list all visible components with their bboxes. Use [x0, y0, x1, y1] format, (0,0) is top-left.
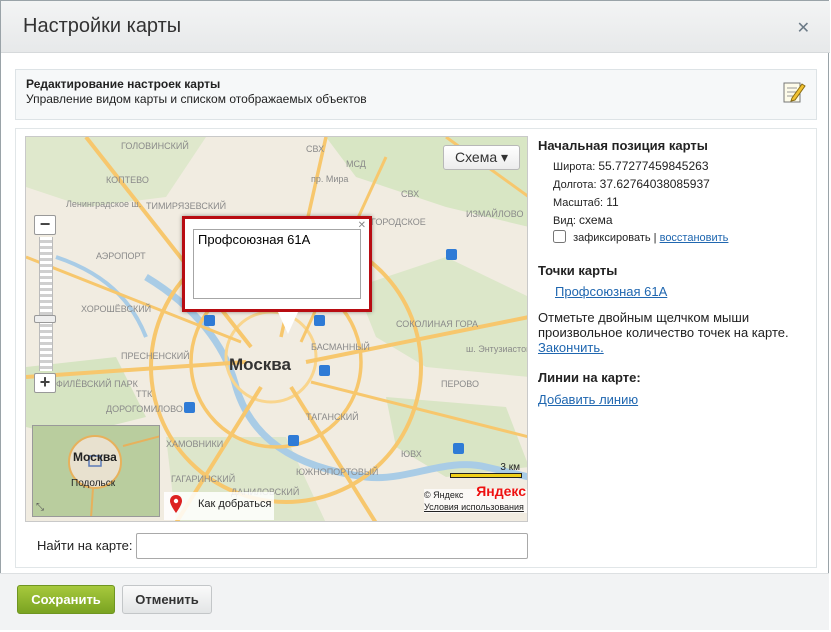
minimap-city-label: Москва [73, 450, 117, 464]
yandex-map[interactable]: ГОЛОВИНСКИЙ КОПТЕВО ТИМИРЯЗЕВСКИЙ АЭРОПО… [25, 136, 528, 522]
view-row: Вид: схема [553, 212, 808, 230]
map-district-label: ТИМИРЯЗЕВСКИЙ [146, 200, 226, 211]
map-road-label: СВХ [306, 144, 324, 154]
terms-link[interactable]: Условия использования [424, 502, 524, 512]
cancel-button[interactable]: Отменить [122, 585, 212, 614]
map-road-label: МСД [346, 159, 366, 169]
map-scale: 3 км [446, 462, 522, 478]
map-road-label: Ленинградское ш. [66, 199, 141, 209]
map-district-label: КОПТЕВО [106, 175, 149, 185]
longitude-value: 37.62764038085937 [599, 177, 710, 191]
description-subtitle: Управление видом карты и списком отображ… [26, 92, 367, 106]
placemark-balloon: ✕ [182, 216, 372, 312]
map-district-label: ХАМОВНИКИ [166, 439, 223, 449]
zoom-slider-thumb[interactable] [34, 315, 56, 323]
dialog-titlebar[interactable]: Настройки карты ✕ [1, 1, 830, 53]
longitude-label: Долгота: [553, 179, 597, 191]
latitude-label: Широта: [553, 161, 596, 173]
map-district-label: СОКОЛИНАЯ ГОРА [396, 319, 478, 329]
close-icon[interactable]: ✕ [797, 18, 810, 38]
map-district-label: ГОРОДСКОЕ [371, 217, 426, 227]
start-position-title: Начальная позиция карты [538, 138, 708, 153]
route-panel[interactable]: Как добраться [164, 492, 274, 520]
description-title: Редактирование настроек карты [26, 77, 221, 91]
restore-link[interactable]: восстановить [660, 232, 729, 244]
map-district-label: ИЗМАЙЛОВО [466, 208, 524, 219]
view-value: схема [579, 213, 613, 227]
points-hint-text: Отметьте двойным щелчком мыши произвольн… [538, 310, 789, 340]
finish-link[interactable]: Закончить. [538, 340, 604, 355]
map-copyright: © Яндекс Яндекс Условия использования [424, 484, 527, 513]
zoom-value: 11 [606, 195, 619, 209]
map-district-label: ТАГАНСКИЙ [306, 411, 359, 422]
link-separator: | [653, 232, 657, 244]
longitude-row: Долгота: 37.62764038085937 [553, 176, 808, 194]
zoom-slider-track[interactable] [39, 237, 53, 371]
find-on-map-label: Найти на карте: [37, 538, 133, 553]
map-settings-sidebar: Начальная позиция карты Широта: 55.77277… [538, 138, 808, 408]
dialog-title: Настройки карты [23, 15, 182, 37]
fix-position-checkbox[interactable] [553, 230, 566, 243]
copyright-text: © Яндекс [424, 490, 464, 500]
map-district-label: ГОЛОВИНСКИЙ [121, 140, 189, 151]
zoom-label: Масштаб: [553, 197, 604, 209]
minimap-collapse-icon[interactable]: ⤡ [36, 502, 44, 513]
map-road-label: ш. Энтузиастов [466, 344, 528, 354]
fix-row: зафиксировать | восстановить [553, 230, 808, 247]
map-road-label: СВХ [401, 189, 419, 199]
minimap-town-label: Подольск [71, 478, 116, 489]
zoom-control[interactable]: − + [34, 215, 56, 395]
points-hint: Отметьте двойным щелчком мыши произвольн… [538, 310, 808, 355]
map-district-label: АЭРОПОРТ [96, 251, 146, 261]
map-district-label: ПРЕСНЕНСКИЙ [121, 350, 190, 361]
edit-note-icon [783, 82, 806, 103]
scale-label: 3 км [500, 462, 520, 473]
point-link[interactable]: Профсоюзная 61А [555, 284, 667, 299]
map-district-label: ЮЖНОПОРТОВЫЙ [296, 466, 378, 477]
fix-position-label: зафиксировать [573, 232, 651, 244]
map-road-label: пр. Мира [311, 174, 348, 184]
map-road-label: ТТК [136, 389, 153, 399]
balloon-text-input[interactable] [193, 229, 361, 299]
latitude-value: 55.77277459845263 [598, 159, 709, 173]
save-button[interactable]: Сохранить [17, 585, 115, 614]
map-district-label: ДОРОГОМИЛОВО [106, 404, 183, 414]
find-on-map-input[interactable] [136, 533, 528, 559]
map-city-label: Москва [229, 355, 292, 374]
latitude-row: Широта: 55.77277459845263 [553, 158, 808, 176]
add-line-link[interactable]: Добавить линию [538, 392, 638, 407]
route-pin-icon [170, 495, 182, 516]
map-points-title: Точки карты [538, 263, 618, 278]
map-district-label: ГАГАРИНСКИЙ [171, 473, 235, 484]
map-road-label: ЮВХ [401, 449, 422, 459]
zoom-in-button[interactable]: + [34, 373, 56, 393]
route-label: Как добраться [198, 498, 272, 510]
map-district-label: ПЕРОВО [441, 379, 479, 389]
map-district-label: БАСМАННЫЙ [311, 341, 370, 352]
zoom-row: Масштаб: 11 [553, 194, 808, 212]
map-district-label: ХОРОШЁВСКИЙ [81, 303, 151, 314]
view-label: Вид: [553, 215, 576, 227]
map-district-label: ФИЛЁВСКИЙ ПАРК [56, 378, 139, 389]
description-panel: Редактирование настроек карты Управление… [15, 69, 817, 120]
minimap[interactable]: Москва Подольск ⤡ [32, 425, 160, 517]
balloon-pointer [278, 312, 298, 334]
scale-bar [450, 473, 522, 478]
map-lines-title: Линии на карте: [538, 370, 641, 385]
yandex-logo: Яндекс [476, 483, 526, 499]
map-type-button[interactable]: Схема ▾ [443, 145, 520, 170]
zoom-out-button[interactable]: − [34, 215, 56, 235]
